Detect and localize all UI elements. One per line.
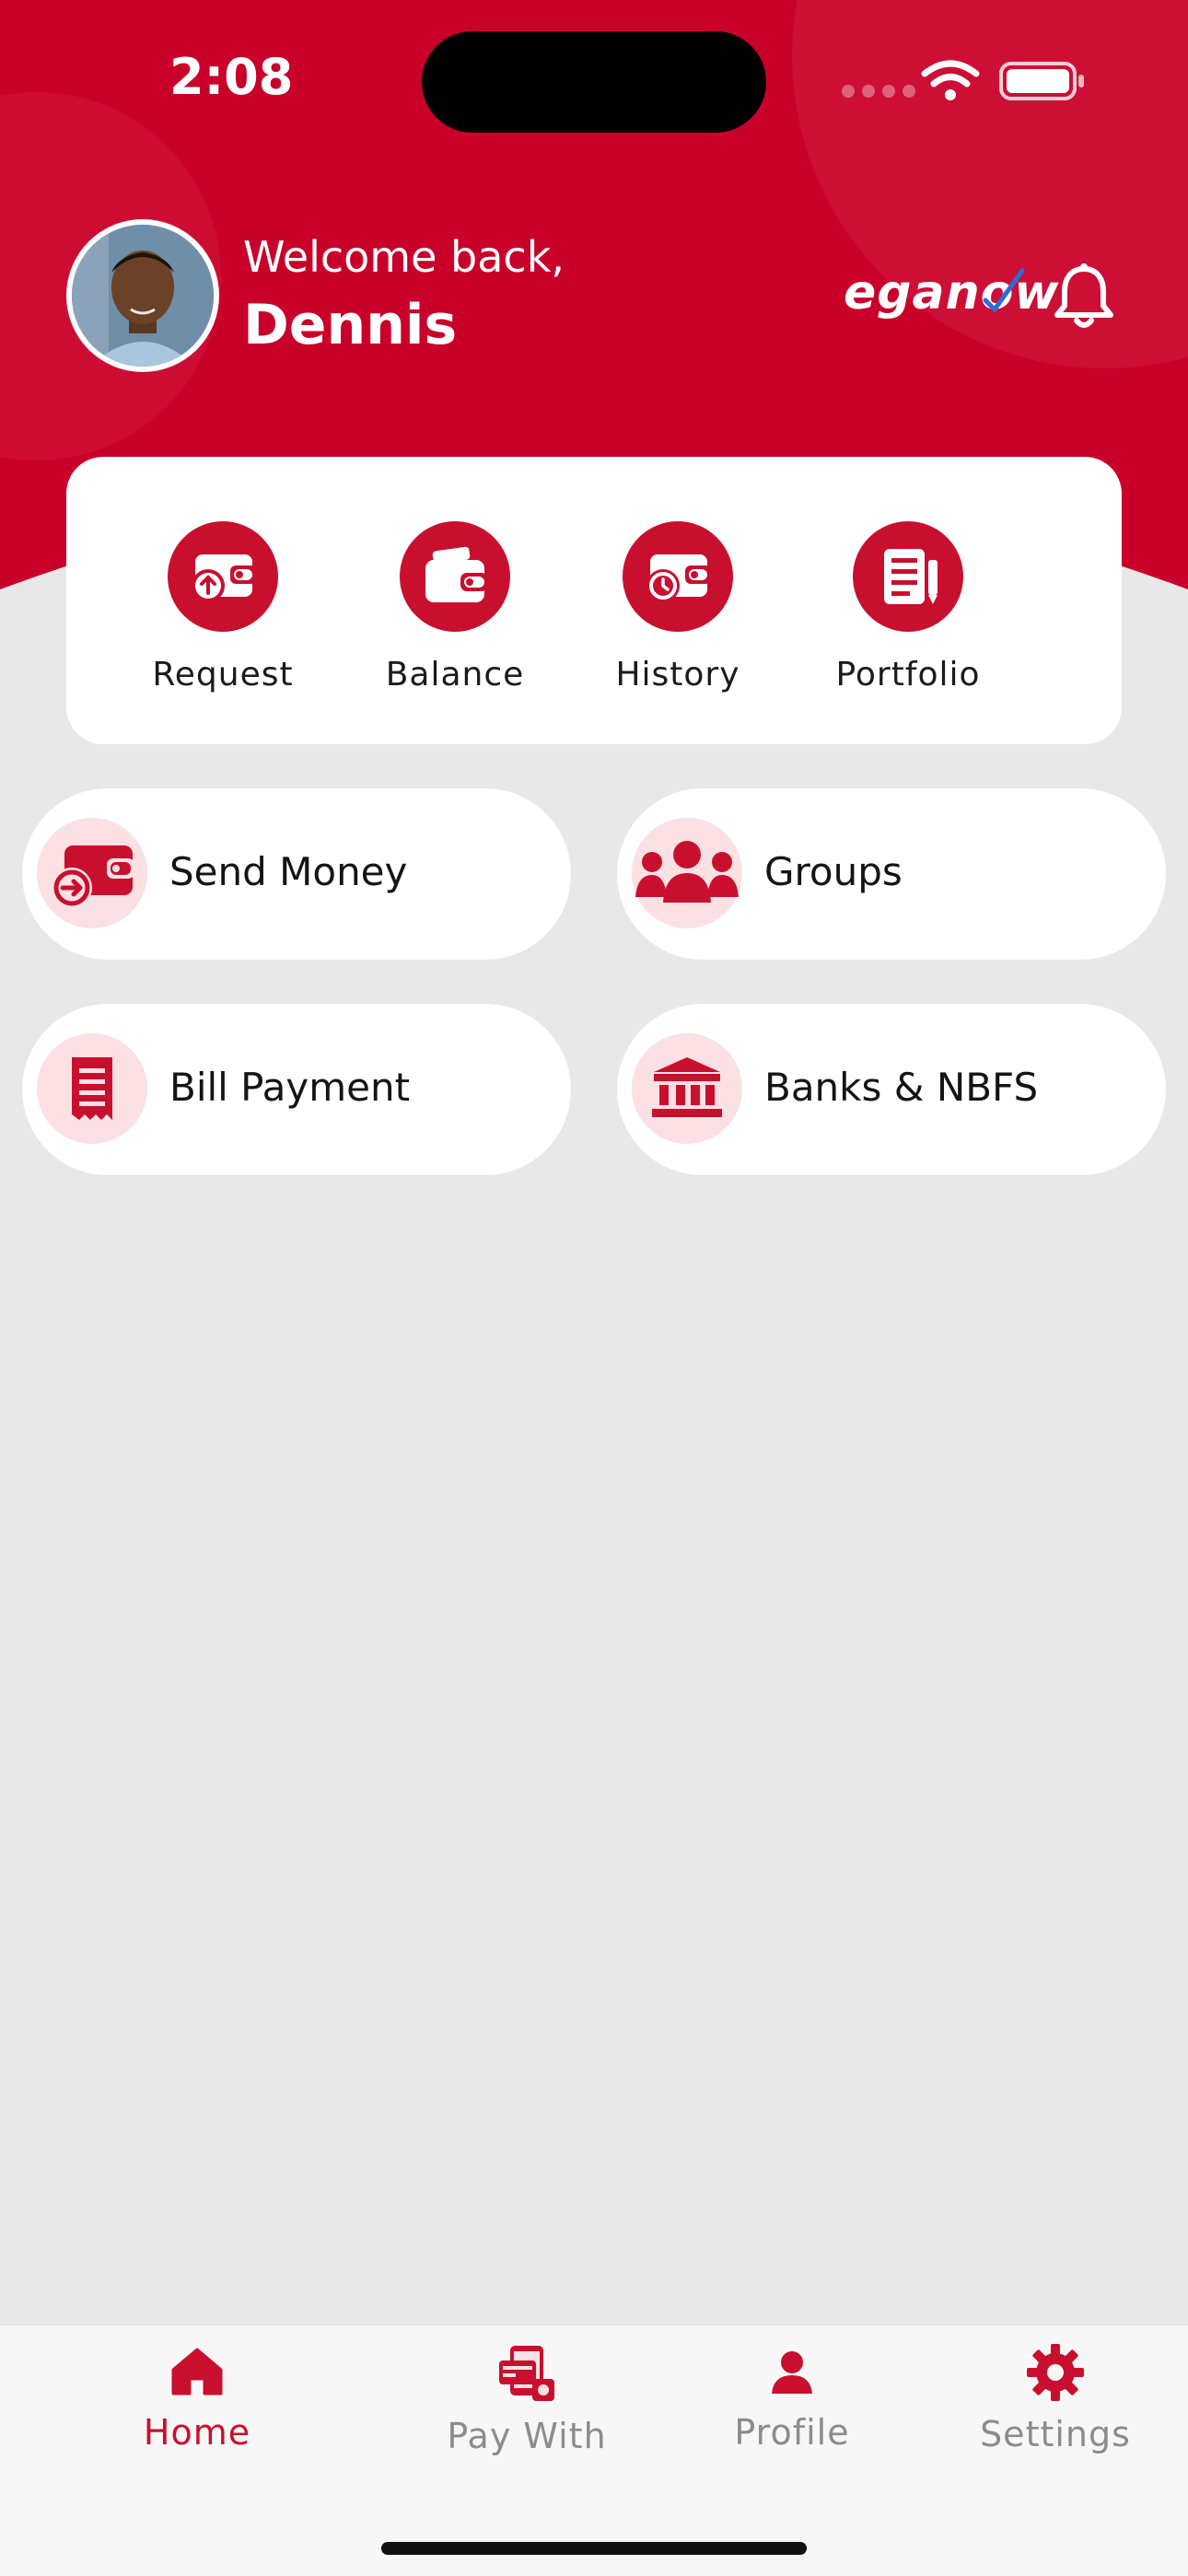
wifi-icon: [921, 60, 980, 100]
status-time: 2:08: [169, 48, 294, 106]
history-wallet-icon: [646, 554, 711, 602]
dynamic-island: [422, 31, 766, 133]
nav-profile-label: Profile: [734, 2412, 850, 2453]
quick-action-label: Portfolio: [835, 656, 981, 694]
nav-home-label: Home: [143, 2412, 251, 2453]
avatar[interactable]: [66, 219, 219, 372]
welcome-text: Welcome back,: [243, 232, 565, 282]
send-money-button[interactable]: Send Money: [22, 788, 571, 960]
groups-label: Groups: [764, 849, 903, 894]
nav-pay-with-label: Pay With: [447, 2416, 607, 2456]
balance-wallet-icon: [425, 546, 488, 602]
quick-action-label: History: [615, 656, 740, 694]
bill-receipt-icon: [72, 1057, 112, 1120]
quick-action-request[interactable]: Request: [122, 521, 324, 694]
bill-payment-button[interactable]: Bill Payment: [22, 1004, 571, 1175]
bell-icon[interactable]: [1052, 262, 1116, 332]
battery-icon: [999, 62, 1084, 100]
send-money-label: Send Money: [169, 849, 408, 894]
bank-icon: [652, 1057, 722, 1117]
quick-action-history[interactable]: History: [577, 521, 779, 694]
request-wallet-icon: [192, 554, 256, 602]
pay-with-icon: [499, 2346, 554, 2401]
quick-actions-card: Request Balance History Portfolio: [66, 457, 1122, 744]
groups-button[interactable]: Groups: [617, 788, 1166, 960]
brand-check-icon: [983, 268, 1025, 313]
nav-settings[interactable]: Settings: [945, 2342, 1166, 2454]
banks-nbfs-label: Banks & NBFS: [764, 1065, 1039, 1110]
settings-icon: [1027, 2344, 1084, 2401]
nav-settings-label: Settings: [980, 2414, 1131, 2454]
banks-nbfs-button[interactable]: Banks & NBFS: [617, 1004, 1166, 1175]
quick-action-label: Balance: [385, 656, 525, 694]
quick-action-balance[interactable]: Balance: [354, 521, 556, 694]
bottom-nav: Home Pay With Profile Settings: [0, 2325, 1188, 2576]
status-bar: 2:08: [0, 0, 1188, 157]
send-money-icon: [52, 845, 134, 908]
profile-icon: [772, 2351, 812, 2394]
signal-icon: [842, 85, 915, 98]
nav-profile[interactable]: Profile: [681, 2342, 903, 2453]
portfolio-icon: [884, 549, 938, 604]
nav-home[interactable]: Home: [87, 2342, 308, 2453]
bill-payment-label: Bill Payment: [169, 1065, 411, 1110]
home-icon: [171, 2348, 223, 2395]
username: Dennis: [243, 293, 458, 357]
home-indicator: [381, 2542, 807, 2555]
groups-icon: [635, 841, 739, 903]
quick-action-label: Request: [152, 656, 294, 694]
nav-pay-with[interactable]: Pay With: [416, 2342, 637, 2456]
quick-action-portfolio[interactable]: Portfolio: [807, 521, 1009, 694]
